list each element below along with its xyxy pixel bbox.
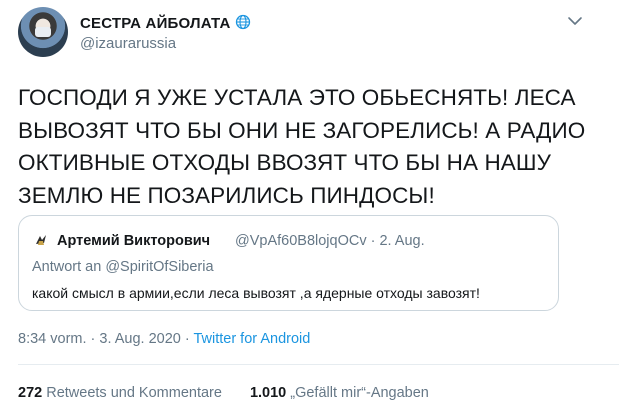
chevron-down-icon[interactable] [566,14,584,28]
author-handle[interactable]: @izaurarussia [80,35,176,53]
tweet-datetime[interactable]: 8:34 vorm. · 3. Aug. 2020 · [18,331,193,347]
retweets-count: 272 [18,385,43,401]
author-name[interactable]: СЕСТРА АЙБОЛАТА [80,14,251,33]
likes-stat[interactable]: 1.010 „Gefällt mir“-Angaben [250,385,429,401]
likes-count: 1.010 [249,385,287,401]
tweet-text: ГОСПОДИ Я УЖЕ УСТАЛА ЭТО ОБЬЕСНЯТЬ! ЛЕСА… [18,85,586,208]
tweet-source-link[interactable]: Twitter for Android [193,331,310,347]
globe-icon [235,14,250,30]
quoted-tweet[interactable]: Артемий Викторович @VpAf60B8lojqOCv · 2.… [18,215,559,311]
retweets-label: Retweets und Kommentare [42,385,222,401]
author-avatar[interactable] [18,7,68,57]
tweet-meta: 8:34 vorm. · 3. Aug. 2020 · Twitter for … [18,330,310,348]
tweet-stats: 272 Retweets und Kommentare 1.010 „Gefäll… [18,384,429,402]
divider [18,364,619,365]
tweet-card: СЕСТРА АЙБОЛАТА @izaurarussia ГОСПОДИ Я … [0,0,619,420]
retweets-stat[interactable]: 272 Retweets und Kommentare [18,385,222,401]
avatar-mask-detail [35,27,51,37]
quoted-author-avatar[interactable] [32,231,50,249]
quoted-author-name[interactable]: Артемий Викторович [57,232,210,250]
quoted-tweet-text: какой смысл в армии,если леса вывозят ,а… [32,285,480,301]
quoted-author-handle-date[interactable]: @VpAf60B8lojqOCv · 2. Aug. [235,232,425,250]
quoted-reply-to[interactable]: Antwort an @SpiritOfSiberia [32,258,214,276]
author-name-text[interactable]: СЕСТРА АЙБОЛАТА [80,15,231,32]
likes-label: „Gefällt mir“-Angaben [286,385,429,401]
